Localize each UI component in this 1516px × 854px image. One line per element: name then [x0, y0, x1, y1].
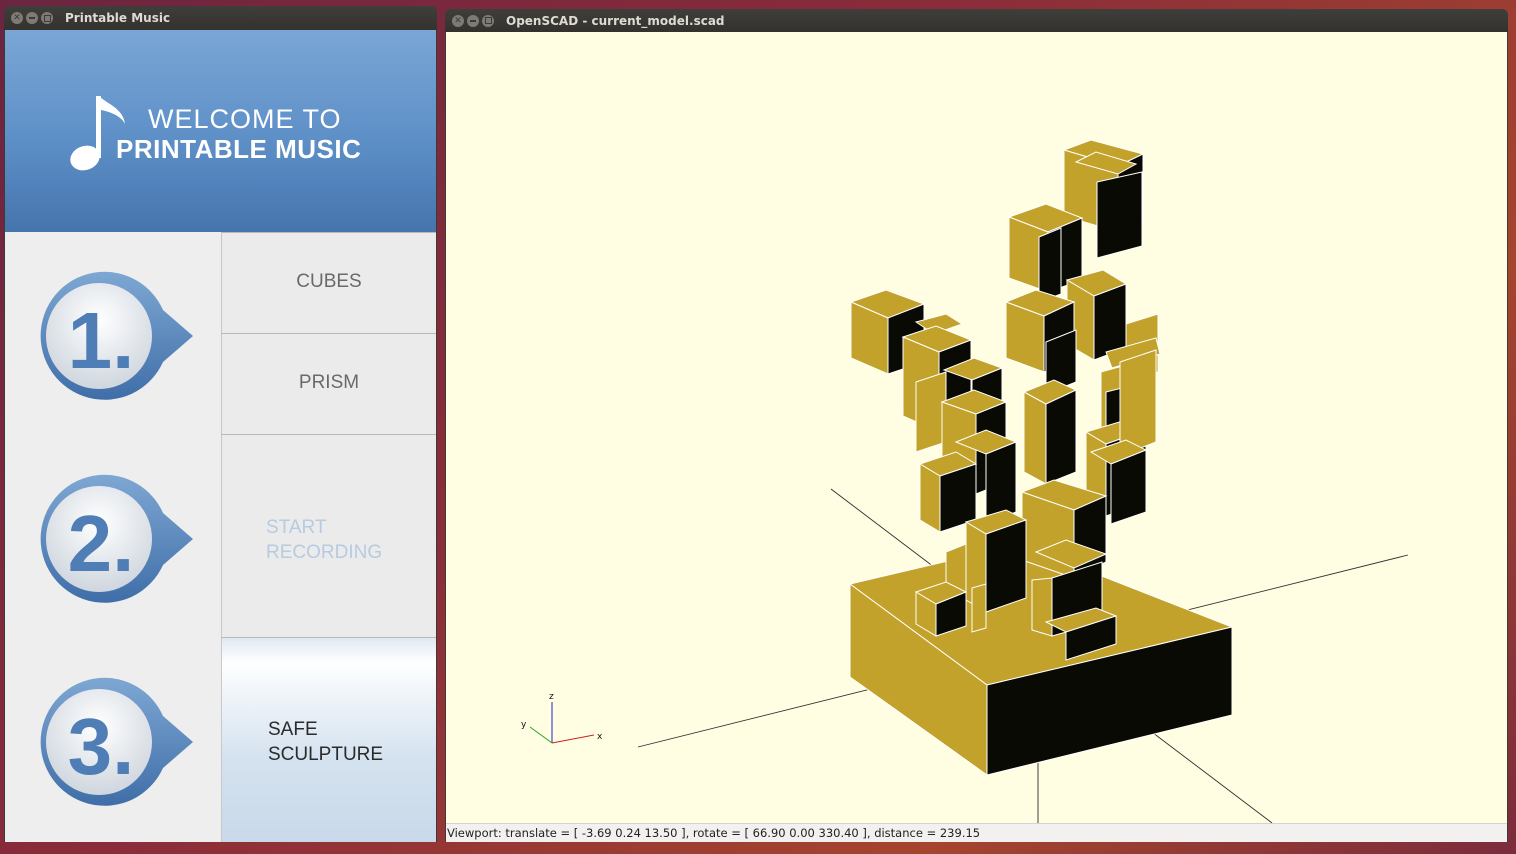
step-label: 2. — [68, 499, 135, 588]
printable-music-window: ✕ Printable Music WELCOME TO PRINTABLE M… — [4, 6, 437, 842]
app-content: WELCOME TO PRINTABLE MUSIC 1. 2. 3. CUBE… — [5, 30, 436, 842]
maximize-icon — [43, 14, 51, 22]
welcome-line: WELCOME TO — [148, 104, 342, 134]
step-2-badge: 2. — [40, 474, 193, 603]
close-icon: ✕ — [13, 13, 21, 23]
prism-label: PRISM — [298, 372, 360, 393]
cubes-button[interactable]: CUBES — [221, 232, 436, 333]
welcome-header: WELCOME TO PRINTABLE MUSIC — [5, 30, 436, 232]
maximize-icon — [484, 17, 492, 24]
step-3-badge: 3. — [40, 677, 193, 806]
cubes-label: CUBES — [296, 271, 362, 292]
step-1-badge: 1. — [40, 271, 193, 400]
maximize-window-button[interactable] — [482, 14, 494, 27]
title-bar: ✕ Printable Music — [4, 6, 437, 30]
y-axis-label: y — [521, 720, 527, 730]
step-label: 3. — [68, 702, 135, 791]
step-label: 1. — [68, 296, 135, 385]
window-title: Printable Music — [65, 11, 171, 25]
safe-sculpture-label-2: SCULPTURE — [268, 744, 384, 765]
minimize-window-button[interactable] — [26, 12, 38, 24]
close-icon: ✕ — [454, 15, 462, 26]
model-render: x z y — [521, 139, 1409, 823]
z-axis-label: z — [549, 692, 554, 702]
maximize-window-button[interactable] — [41, 12, 53, 24]
safe-sculpture-label-1: SAFE — [268, 719, 318, 740]
axis-gizmo: x z y — [521, 692, 603, 744]
prism-button[interactable]: PRISM — [221, 333, 436, 434]
app-name-line: PRINTABLE MUSIC — [116, 134, 362, 164]
start-recording-label-2: RECORDING — [266, 542, 383, 563]
title-bar: ✕ OpenSCAD - current_model.scad — [445, 9, 1508, 32]
start-recording-button[interactable]: START RECORDING — [221, 434, 436, 637]
minimize-icon — [29, 17, 35, 19]
x-axis-label: x — [597, 732, 603, 742]
3d-viewport[interactable]: x z y — [446, 32, 1507, 823]
safe-sculpture-button[interactable]: SAFE SCULPTURE — [221, 637, 436, 842]
close-window-button[interactable]: ✕ — [11, 12, 23, 24]
window-title: OpenSCAD - current_model.scad — [506, 13, 725, 28]
openscad-window: ✕ OpenSCAD - current_model.scad x z y Vi… — [445, 9, 1508, 842]
close-window-button[interactable]: ✕ — [452, 14, 464, 27]
viewport-status-bar: Viewport: translate = [ -3.69 0.24 13.50… — [446, 823, 1507, 842]
start-recording-label-1: START — [266, 517, 327, 538]
minimize-window-button[interactable] — [467, 14, 479, 27]
minimize-icon — [470, 19, 476, 22]
